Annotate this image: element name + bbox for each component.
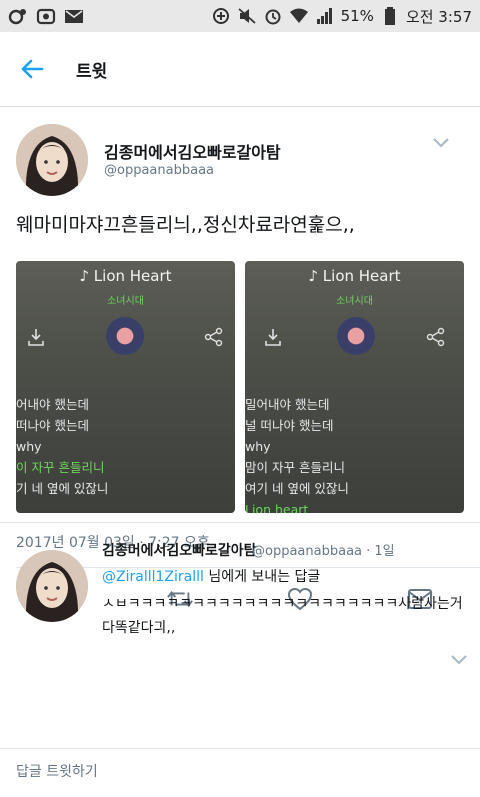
lyric-line: 여기 네 옆에 있잖니 <box>245 481 349 496</box>
camera-app-icon <box>36 7 56 25</box>
back-button[interactable] <box>0 32 64 107</box>
reply-chevron-down-icon[interactable] <box>450 654 468 666</box>
compose-reply-bar[interactable]: 답글 트윗하기 <box>0 748 480 797</box>
reply-display-name[interactable]: 김종머에서김오빠로갈아탐 <box>102 540 257 560</box>
music-icon: ♪ <box>308 267 323 285</box>
battery-level: 51% <box>340 7 374 25</box>
battery-icon <box>380 7 400 25</box>
lyric-line-highlighted: Lion heart <box>245 502 309 513</box>
lyric-line <box>16 373 235 394</box>
lyric-line-highlighted: 이 자꾸 흔들리니 <box>16 460 105 475</box>
section-separator <box>0 522 480 530</box>
reply-context-text: 님에게 보내는 답글 <box>203 569 321 585</box>
share-icon <box>204 327 223 347</box>
lyrics-list-1: 어내야 했는데 떠나야 했는데 why 이 자꾸 흔들리니 기 네 옆에 있잖니 <box>16 373 235 499</box>
lyric-line: why <box>245 439 271 454</box>
song-title-text: Lion Heart <box>93 267 172 285</box>
wifi-icon <box>289 7 309 25</box>
status-bar: 51% 오전 3:57 <box>0 0 480 32</box>
chevron-down-icon[interactable] <box>432 137 450 149</box>
reply-context: @Ziralll1Ziralll 님에게 보내는 답글 <box>102 566 320 586</box>
song-title-text: Lion Heart <box>322 267 401 285</box>
lyric-line <box>245 373 464 394</box>
lyric-line: 어내야 했는데 <box>16 397 89 412</box>
app-bar: 트윗 <box>0 32 480 107</box>
download-icon <box>265 329 281 346</box>
display-name[interactable]: 김종머에서김오빠로갈아탐 <box>104 139 281 163</box>
mute-icon <box>237 7 257 25</box>
artist-name: 소녀시대 <box>336 296 373 307</box>
lyric-line: 떠나야 했는데 <box>16 418 89 433</box>
app-notification-icon <box>8 7 28 25</box>
media-image-2[interactable]: ♪ Lion Heart 소녀시대 밀어내야 했는데 널 떠나야 했는데 why… <box>245 261 464 513</box>
signal-icon <box>315 7 335 25</box>
mention-link[interactable]: @Ziralll1Ziralll <box>102 569 204 585</box>
media-image-1[interactable]: ♪ Lion Heart 소녀시대 어내야 했는데 떠나야 했는데 why 이 … <box>16 261 235 513</box>
music-icon: ♪ <box>79 267 94 285</box>
lyric-line: 기 네 옆에 있잖니 <box>16 481 109 496</box>
album-art <box>106 317 144 355</box>
share-icon <box>426 327 445 347</box>
data-saver-icon <box>211 7 231 25</box>
lyric-line: why <box>16 439 42 454</box>
lyrics-list-2: 밀어내야 했는데 널 떠나야 했는데 why 맘이 자꾸 흔들리니 여기 네 옆… <box>245 373 464 513</box>
mail-icon <box>64 7 84 25</box>
lyric-line: 널 떠나야 했는데 <box>245 418 334 433</box>
reply-text: ㅅㅂㅋㅋㅋㅋㅋㅋㅋㅋㅋㅋㅋㅋㅋㅋㅋㅋㅋㅋㅋㅋㅋ사람사는거다똑같다긔,, <box>102 596 463 636</box>
lyric-line: 밀어내야 했는데 <box>245 397 330 412</box>
user-handle[interactable]: @oppaanabbaaa <box>104 163 214 178</box>
back-arrow-icon <box>21 59 44 79</box>
download-icon <box>28 329 44 346</box>
album-art <box>337 317 375 355</box>
clock: 오전 3:57 <box>405 7 472 26</box>
alarm-icon <box>263 7 283 25</box>
page-title: 트윗 <box>76 61 108 82</box>
compose-reply-placeholder[interactable]: 답글 트윗하기 <box>16 761 98 781</box>
reply-handle[interactable]: @oppaanabbaaa · 1일 <box>252 540 395 559</box>
artist-name: 소녀시대 <box>107 296 144 307</box>
reply-avatar[interactable] <box>16 550 88 622</box>
song-title: ♪ Lion Heart <box>245 267 464 285</box>
lyric-line: 맘이 자꾸 흔들리니 <box>245 460 345 475</box>
tweet-text: 웨마미마쟈끄흔들리늬,,정신차료라연훑으,, <box>16 214 355 236</box>
song-title: ♪ Lion Heart <box>16 267 235 285</box>
avatar[interactable] <box>16 124 88 196</box>
